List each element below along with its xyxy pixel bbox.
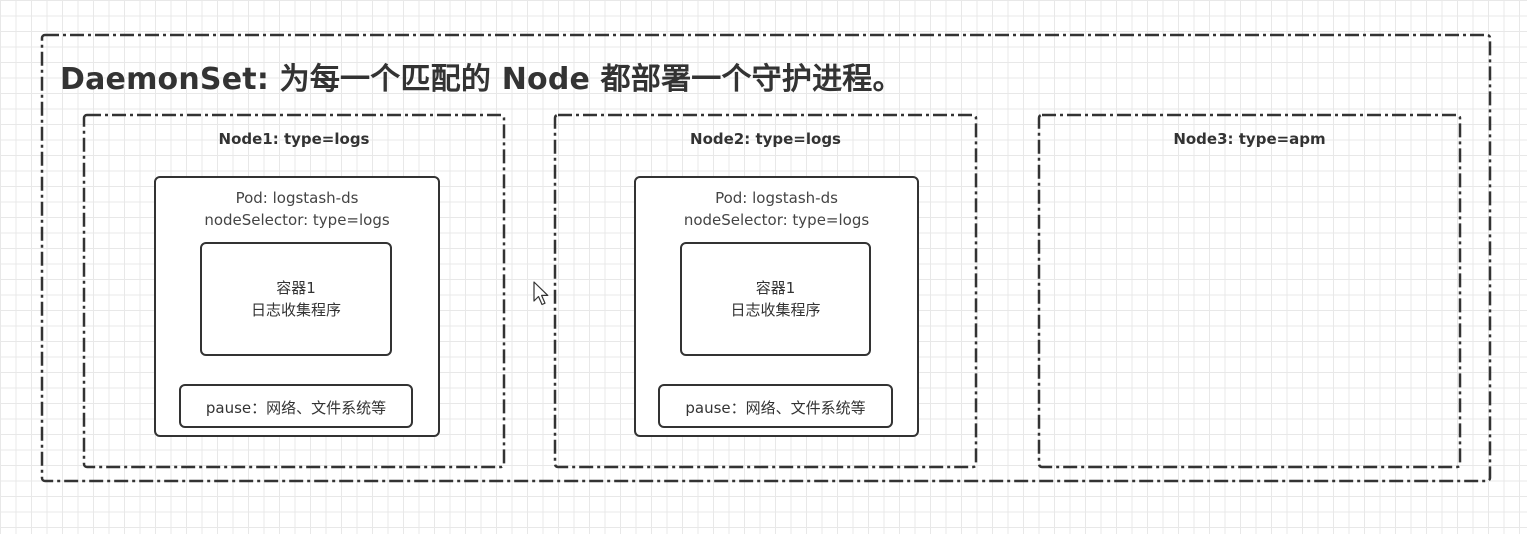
node1-container-desc: 日志收集程序 [250,301,341,319]
node1-pause-label: pause：网络、文件系统等 [205,399,387,417]
node1-container-name: 容器1 [276,279,316,297]
node2-pause-label: pause：网络、文件系统等 [685,399,866,417]
node2-label: Node2: type=logs [690,130,841,148]
node1-pod-selector: nodeSelector: type=logs [204,211,390,229]
node1-pod-label: Pod: logstash-ds nodeSelector: type=logs [155,187,439,231]
node3-label: Node3: type=apm [1173,130,1326,148]
node2-container-label: 容器1 日志收集程序 [681,277,870,321]
node2-pod-selector: nodeSelector: type=logs [683,211,870,229]
diagram-title: DaemonSet: 为每一个匹配的 Node 都部署一个守护进程。 [60,62,903,97]
mouse-cursor-icon [533,281,549,306]
node2-pod-label: Pod: logstash-ds nodeSelector: type=logs [635,187,918,231]
node2-pod-name: Pod: logstash-ds [715,189,838,207]
node1-container-label: 容器1 日志收集程序 [201,277,391,321]
node2-container-desc: 日志收集程序 [730,301,821,319]
node1-label: Node1: type=logs [218,130,370,148]
node2-container-name: 容器1 [755,279,796,297]
node1-pod-name: Pod: logstash-ds [235,189,359,207]
node3-frame [1037,113,1462,469]
